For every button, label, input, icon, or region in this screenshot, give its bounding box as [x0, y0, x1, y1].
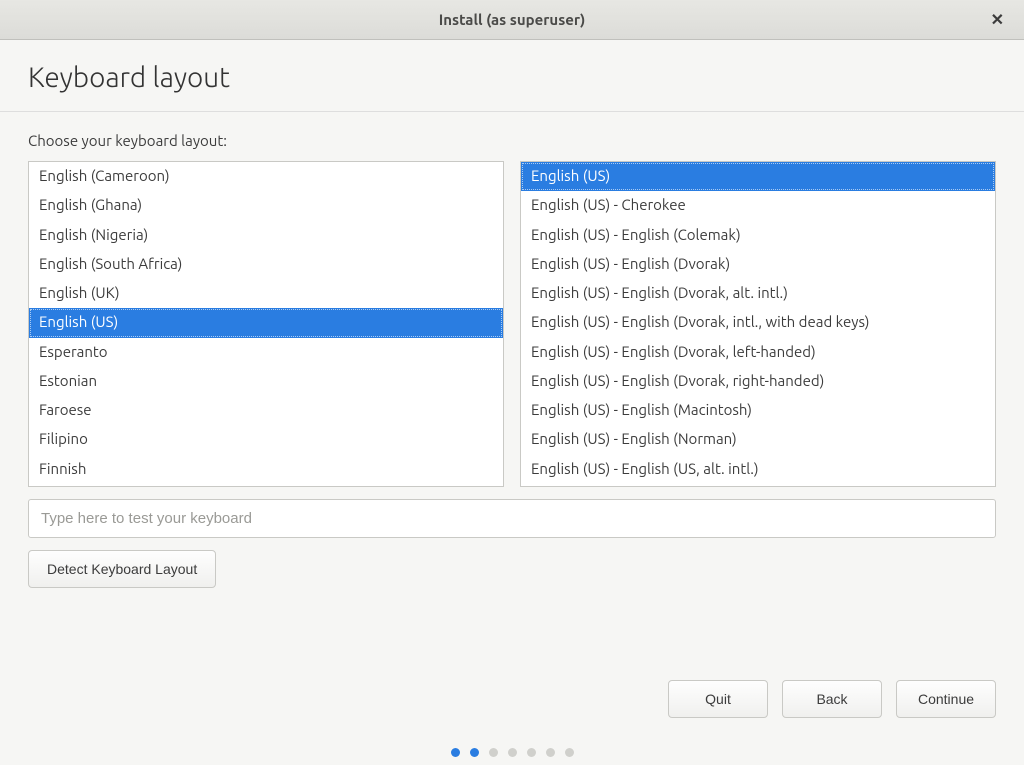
- variant-item[interactable]: English (US) - English (US, alt. intl.): [521, 455, 995, 484]
- variant-item[interactable]: English (US) - English (Macintosh): [521, 396, 995, 425]
- layout-item[interactable]: English (South Africa): [29, 250, 503, 279]
- variant-listbox[interactable]: English (US)English (US) - CherokeeEngli…: [520, 161, 996, 487]
- variant-item[interactable]: English (US) - English (Dvorak, left-han…: [521, 338, 995, 367]
- footer-buttons: Quit Back Continue: [0, 660, 1024, 744]
- close-icon: ✕: [991, 12, 1004, 29]
- close-button[interactable]: ✕: [983, 6, 1012, 34]
- layout-item[interactable]: Filipino: [29, 425, 503, 454]
- page-title: Keyboard layout: [28, 62, 996, 93]
- window-title: Install (as superuser): [439, 11, 586, 28]
- choose-label: Choose your keyboard layout:: [28, 132, 996, 149]
- pager-dot: [508, 748, 517, 757]
- layout-item[interactable]: English (Ghana): [29, 191, 503, 220]
- layout-item[interactable]: English (US): [29, 308, 503, 337]
- variant-item[interactable]: English (US) - English (Dvorak, right-ha…: [521, 367, 995, 396]
- layout-item[interactable]: Finnish: [29, 455, 503, 484]
- progress-pager: [0, 744, 1024, 765]
- layout-item[interactable]: Faroese: [29, 396, 503, 425]
- installer-window: Install (as superuser) ✕ Keyboard layout…: [0, 0, 1024, 765]
- variant-item[interactable]: English (US): [521, 162, 995, 191]
- main-panel: Choose your keyboard layout: English (Ca…: [0, 112, 1024, 660]
- pager-dot: [565, 748, 574, 757]
- layout-item[interactable]: English (UK): [29, 279, 503, 308]
- continue-button[interactable]: Continue: [896, 680, 996, 718]
- detect-keyboard-button[interactable]: Detect Keyboard Layout: [28, 550, 216, 588]
- pager-dot: [527, 748, 536, 757]
- layout-item[interactable]: Estonian: [29, 367, 503, 396]
- back-button[interactable]: Back: [782, 680, 882, 718]
- page-header: Keyboard layout: [0, 40, 1024, 112]
- pager-dot: [451, 748, 460, 757]
- variant-item[interactable]: English (US) - Cherokee: [521, 191, 995, 220]
- layout-lists-row: English (Cameroon)English (Ghana)English…: [28, 161, 996, 487]
- layout-item[interactable]: English (Cameroon): [29, 162, 503, 191]
- pager-dot: [470, 748, 479, 757]
- layout-item[interactable]: English (Nigeria): [29, 221, 503, 250]
- variant-item[interactable]: English (US) - English (Dvorak, alt. int…: [521, 279, 995, 308]
- variant-item[interactable]: English (US) - English (Dvorak, intl., w…: [521, 308, 995, 337]
- variant-item[interactable]: English (US) - English (Norman): [521, 425, 995, 454]
- variant-item[interactable]: English (US) - English (Dvorak): [521, 250, 995, 279]
- variant-item[interactable]: English (US) - English (Colemak): [521, 221, 995, 250]
- keyboard-test-input[interactable]: [28, 499, 996, 538]
- layout-listbox[interactable]: English (Cameroon)English (Ghana)English…: [28, 161, 504, 487]
- pager-dot: [546, 748, 555, 757]
- quit-button[interactable]: Quit: [668, 680, 768, 718]
- layout-item[interactable]: Esperanto: [29, 338, 503, 367]
- pager-dot: [489, 748, 498, 757]
- content-area: Keyboard layout Choose your keyboard lay…: [0, 40, 1024, 765]
- titlebar: Install (as superuser) ✕: [0, 0, 1024, 40]
